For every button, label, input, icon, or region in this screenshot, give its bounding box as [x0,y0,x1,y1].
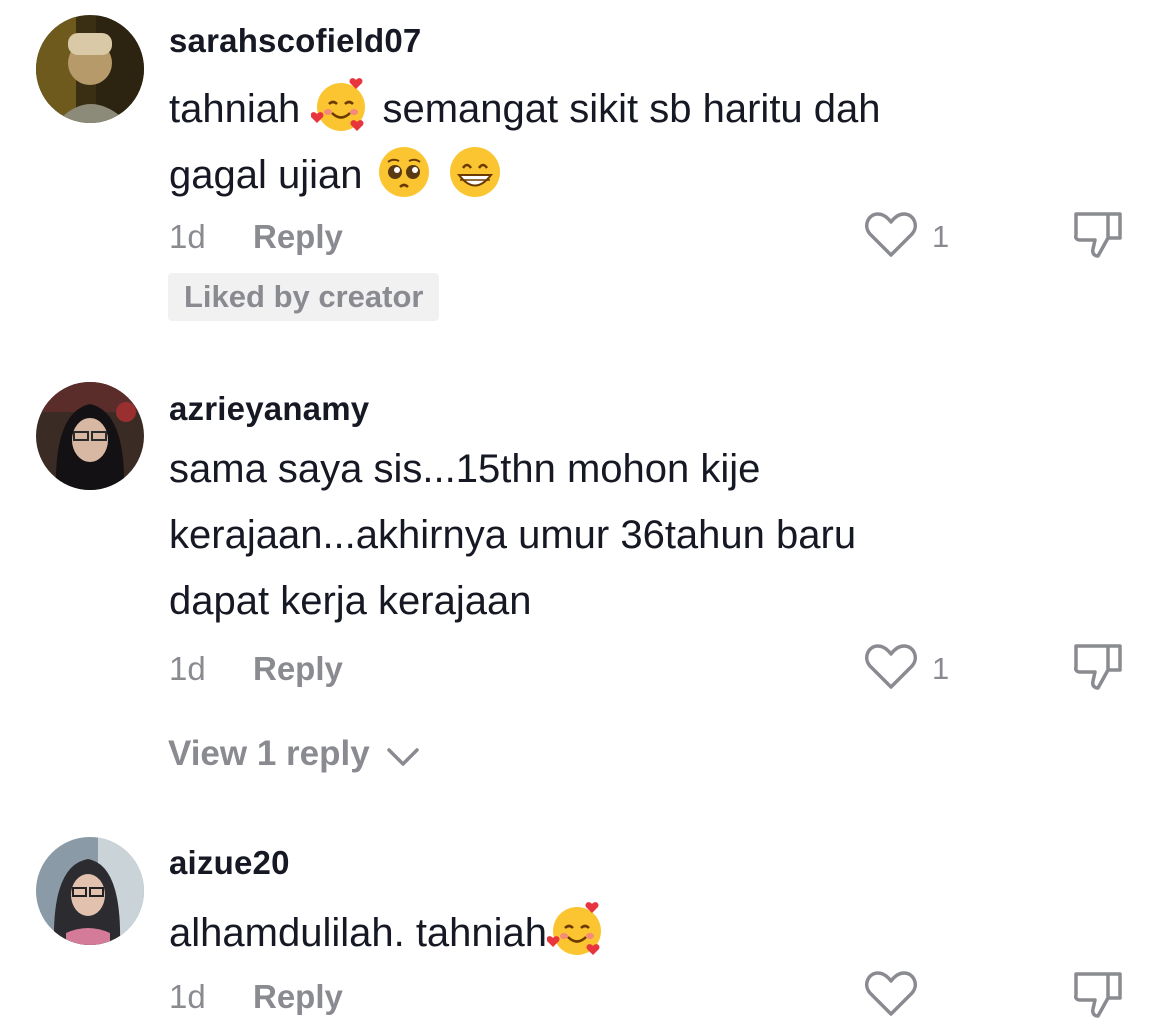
comment-text: sama saya sis...15thn mohon kije kerajaa… [169,436,1029,634]
comment-text-part: alhamdulilah. tahniah [169,911,548,955]
dislike-button[interactable] [1070,968,1126,1024]
reply-button[interactable]: Reply [253,978,343,1016]
dislike-button[interactable] [1070,640,1126,696]
pleading-face-emoji [374,142,434,202]
comment-timestamp: 1d [169,218,206,255]
comment-item: aizue20 alhamdulilah. tahniah 1d Reply [0,822,1170,1022]
comment-item: sarahscofield07 tahniah semangat sikit s… [0,0,1170,340]
reply-button[interactable]: Reply [253,218,343,256]
like-button[interactable] [864,970,918,1018]
comment-item: azrieyanamy sama saya sis...15thn mohon … [0,370,1170,790]
comment-timestamp: 1d [169,978,206,1015]
avatar[interactable] [36,382,144,490]
comment-username[interactable]: aizue20 [169,844,290,882]
view-replies-button[interactable]: View 1 reply [168,734,421,774]
thumbs-down-icon [1074,972,1122,1018]
heart-outline-icon [865,644,917,689]
comment-text-line: kerajaan...akhirnya umur 36tahun baru [169,513,857,557]
smiling-face-with-hearts-emoji [311,76,371,136]
grinning-face-emoji [445,142,505,202]
reply-button[interactable]: Reply [253,650,343,688]
thumbs-down-icon [1074,644,1122,690]
smiling-face-with-hearts-emoji [547,900,607,960]
comment-text-line: dapat kerja kerajaan [169,579,532,623]
liked-by-creator-badge: Liked by creator [168,273,440,321]
like-button[interactable] [864,211,918,259]
like-count: 1 [932,219,950,254]
avatar[interactable] [36,837,144,945]
like-count: 1 [932,651,950,686]
dislike-button[interactable] [1070,208,1126,264]
heart-outline-icon [865,212,917,257]
avatar[interactable] [36,15,144,123]
comment-text-part: tahniah [169,87,301,131]
comment-text-part: gagal ujian [169,153,363,197]
heart-outline-icon [865,971,917,1016]
comment-text-part: semangat sikit sb haritu dah [382,87,881,131]
comment-text: tahniah semangat sikit sb haritu dah gag… [169,76,1029,208]
chevron-down-icon [385,744,421,768]
comment-username[interactable]: sarahscofield07 [169,22,421,60]
comment-timestamp: 1d [169,650,206,687]
thumbs-down-icon [1074,212,1122,258]
view-replies-label: View 1 reply [168,734,370,773]
comment-text: alhamdulilah. tahniah [169,900,1029,966]
comment-username[interactable]: azrieyanamy [169,390,369,428]
like-button[interactable] [864,643,918,691]
comment-text-line: sama saya sis...15thn mohon kije [169,447,761,491]
